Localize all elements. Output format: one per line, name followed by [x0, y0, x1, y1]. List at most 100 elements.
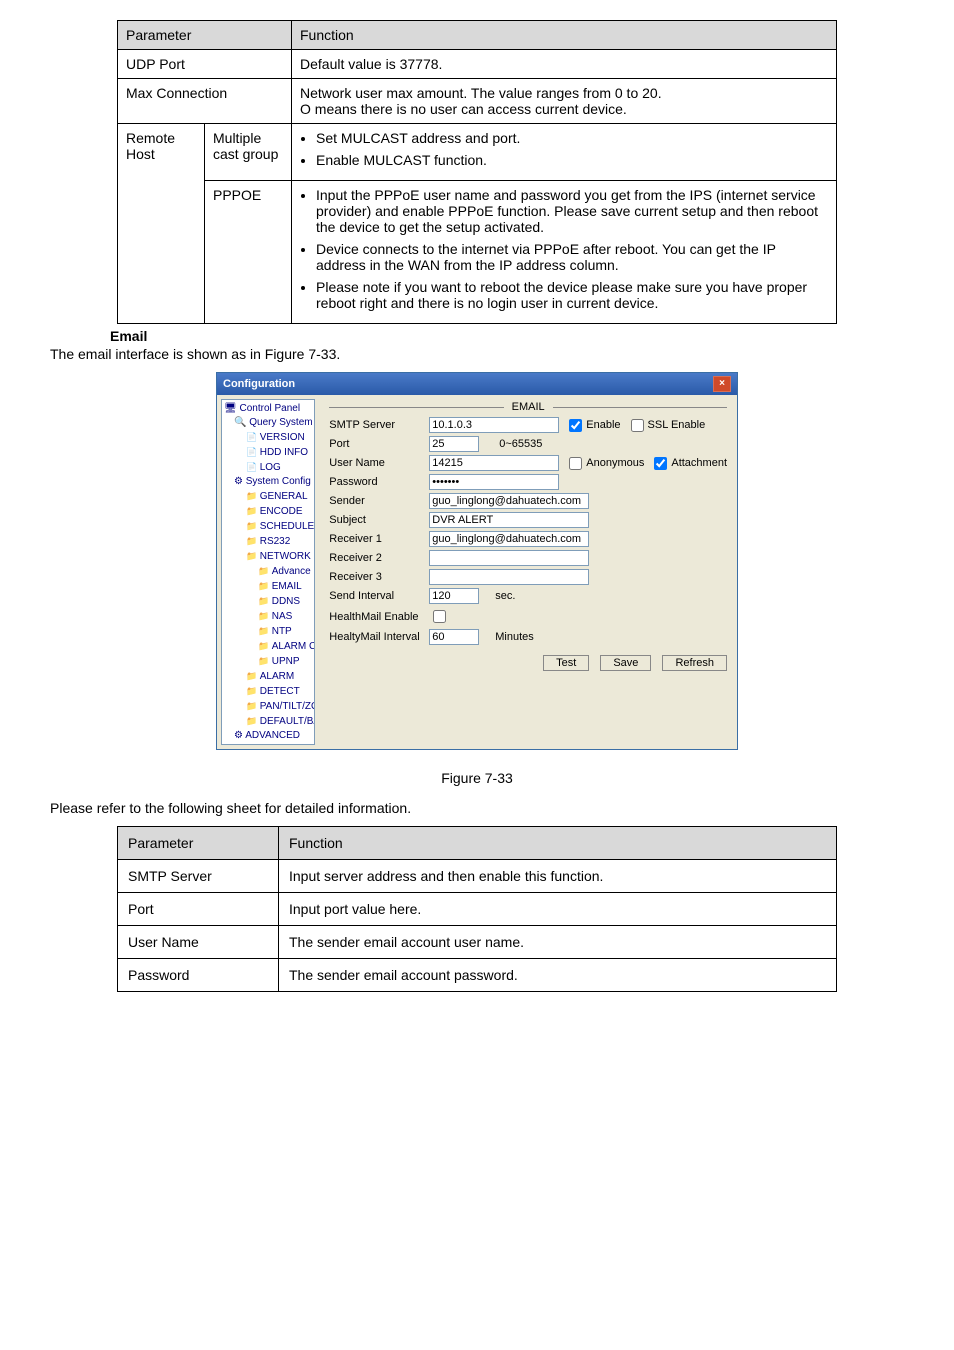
tree-item[interactable]: DEFAULT/BACKUP	[224, 714, 312, 729]
port-range: 0~65535	[499, 438, 542, 450]
configuration-window: Configuration × 🖥 Control Panel 🔍 Query …	[216, 372, 738, 750]
bullet: Enable MULCAST function.	[316, 152, 828, 168]
tree-item[interactable]: 🔍 Query System Info	[224, 416, 312, 430]
tree-item[interactable]: ⚙ System Config	[224, 475, 312, 489]
tree-item[interactable]: VERSION	[224, 430, 312, 445]
bullet: Input the PPPoE user name and password y…	[316, 187, 828, 235]
col-parameter: Parameter	[118, 827, 279, 860]
tree-item[interactable]: ⚙ ADVANCED	[224, 729, 312, 743]
bullet: Device connects to the internet via PPPo…	[316, 241, 828, 273]
figure-caption: Figure 7-33	[50, 770, 904, 786]
window-title: Configuration	[223, 378, 295, 390]
tree-item[interactable]: 🖥 Control Panel	[224, 402, 312, 416]
cell-max-func: Network user max amount. The value range…	[292, 79, 837, 124]
receiver3-input[interactable]	[429, 569, 589, 585]
tree-item[interactable]: NETWORK	[224, 549, 312, 564]
label-healthmail-interval: HealtyMail Interval	[329, 631, 429, 643]
cell-mcast-param: Multiple cast group	[205, 124, 292, 181]
minutes-label: Minutes	[495, 631, 534, 643]
table-row: PPPOE Input the PPPoE user name and pass…	[118, 181, 837, 324]
tree-item[interactable]: PAN/TILT/ZOOM	[224, 699, 312, 714]
attachment-checkbox[interactable]	[654, 457, 667, 470]
cell-smtp-param: SMTP Server	[118, 860, 279, 893]
tree-item[interactable]: RS232	[224, 534, 312, 549]
label-password: Password	[329, 476, 429, 488]
password-input[interactable]	[429, 474, 559, 490]
bullet: Set MULCAST address and port.	[316, 130, 828, 146]
label-smtp: SMTP Server	[329, 419, 429, 431]
ssl-checkbox[interactable]	[631, 419, 644, 432]
tree-item[interactable]: ENCODE	[224, 504, 312, 519]
tree-item[interactable]: HDD INFO	[224, 445, 312, 460]
port-input[interactable]	[429, 436, 479, 452]
tree-item[interactable]: DDNS	[224, 594, 312, 609]
tree-item[interactable]: DETECT	[224, 684, 312, 699]
cell-max-param: Max Connection	[118, 79, 292, 124]
tree-item[interactable]: UPNP	[224, 654, 312, 669]
cell-udp-func: Default value is 37778.	[292, 50, 837, 79]
cell-pppoe-func: Input the PPPoE user name and password y…	[292, 181, 837, 324]
label-healthmail-enable: HealthMail Enable	[329, 611, 429, 623]
cell-pass-param: Password	[118, 959, 279, 992]
form-section-label: EMAIL	[504, 401, 553, 413]
cell-smtp-func: Input server address and then enable thi…	[279, 860, 837, 893]
tree-item[interactable]: GENERAL	[224, 489, 312, 504]
table-row: SMTP Server Input server address and the…	[118, 860, 837, 893]
cell-pppoe-param: PPPOE	[205, 181, 292, 324]
save-button[interactable]: Save	[600, 655, 651, 671]
cell-port-func: Input port value here.	[279, 893, 837, 926]
tree-item[interactable]: LOG	[224, 460, 312, 475]
tree-item[interactable]: ALARM	[224, 669, 312, 684]
col-function: Function	[292, 21, 837, 50]
table-row: Max Connection Network user max amount. …	[118, 79, 837, 124]
test-button[interactable]: Test	[543, 655, 589, 671]
nav-tree[interactable]: 🖥 Control Panel 🔍 Query System Info VERS…	[221, 399, 315, 745]
email-heading: Email	[110, 328, 904, 344]
email-intro-text: The email interface is shown as in Figur…	[50, 346, 904, 362]
ssl-label: SSL Enable	[648, 419, 706, 431]
tree-item[interactable]: HDD MANAGEMENT	[224, 743, 312, 745]
label-receiver1: Receiver 1	[329, 533, 429, 545]
user-input[interactable]	[429, 455, 559, 471]
tree-item[interactable]: Advance	[224, 564, 312, 579]
col-parameter: Parameter	[118, 21, 292, 50]
close-icon[interactable]: ×	[713, 376, 731, 392]
receiver2-input[interactable]	[429, 550, 589, 566]
label-port: Port	[329, 438, 429, 450]
cell-mcast-func: Set MULCAST address and port. Enable MUL…	[292, 124, 837, 181]
healthmail-interval-input[interactable]	[429, 629, 479, 645]
tree-item[interactable]: NTP	[224, 624, 312, 639]
refresh-button[interactable]: Refresh	[662, 655, 727, 671]
anonymous-checkbox[interactable]	[569, 457, 582, 470]
sender-input[interactable]	[429, 493, 589, 509]
bullet: Please note if you want to reboot the de…	[316, 279, 828, 311]
label-sender: Sender	[329, 495, 429, 507]
tree-item-email[interactable]: EMAIL	[224, 579, 312, 594]
cell-remote-host: Remote Host	[118, 124, 205, 324]
cell-udp-param: UDP Port	[118, 50, 292, 79]
receiver1-input[interactable]	[429, 531, 589, 547]
sec-label: sec.	[495, 590, 515, 602]
subject-input[interactable]	[429, 512, 589, 528]
smtp-input[interactable]	[429, 417, 559, 433]
label-receiver2: Receiver 2	[329, 552, 429, 564]
anonymous-label: Anonymous	[586, 457, 644, 469]
cell-text: O means there is no user can access curr…	[300, 101, 828, 117]
col-function: Function	[279, 827, 837, 860]
parameter-table-1: Parameter Function UDP Port Default valu…	[117, 20, 837, 324]
table-row: UDP Port Default value is 37778.	[118, 50, 837, 79]
label-receiver3: Receiver 3	[329, 571, 429, 583]
label-send-interval: Send Interval	[329, 590, 429, 602]
table-row: Port Input port value here.	[118, 893, 837, 926]
cell-text: Network user max amount. The value range…	[300, 85, 828, 101]
tree-item[interactable]: SCHEDULE	[224, 519, 312, 534]
enable-checkbox[interactable]	[569, 419, 582, 432]
send-interval-input[interactable]	[429, 588, 479, 604]
cell-user-func: The sender email account user name.	[279, 926, 837, 959]
email-form: EMAIL SMTP Server Enable SSL Enable Port…	[319, 395, 737, 749]
table-row: User Name The sender email account user …	[118, 926, 837, 959]
healthmail-enable-checkbox[interactable]	[433, 610, 446, 623]
tree-item[interactable]: ALARM CENTER	[224, 639, 312, 654]
tree-item[interactable]: NAS	[224, 609, 312, 624]
label-subject: Subject	[329, 514, 429, 526]
